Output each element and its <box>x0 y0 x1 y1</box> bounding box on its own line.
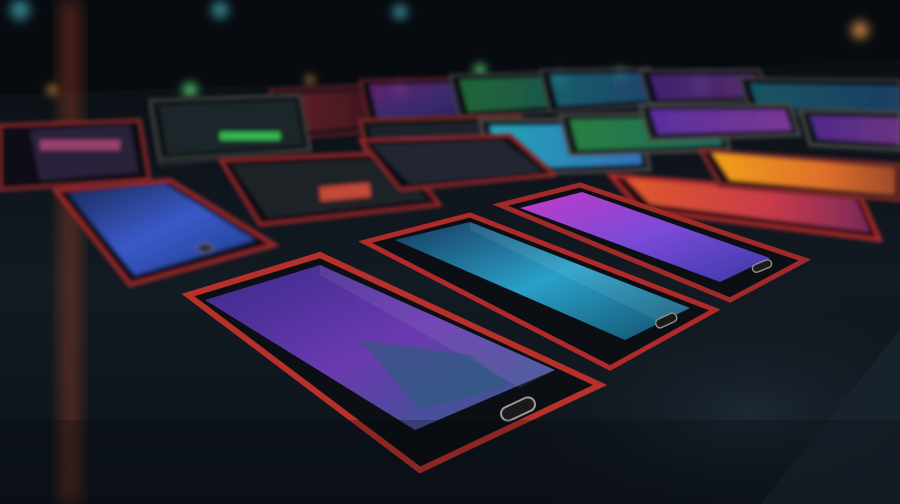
phone <box>0 118 152 192</box>
vignette <box>0 420 900 504</box>
photo-scene <box>0 0 900 504</box>
phone <box>638 103 803 142</box>
bokeh-light <box>303 73 317 87</box>
home-button <box>196 243 214 253</box>
bokeh-light <box>388 0 412 24</box>
bokeh-light <box>846 16 874 44</box>
phone <box>797 108 900 152</box>
scene-svg <box>0 0 900 504</box>
phone <box>148 93 312 162</box>
